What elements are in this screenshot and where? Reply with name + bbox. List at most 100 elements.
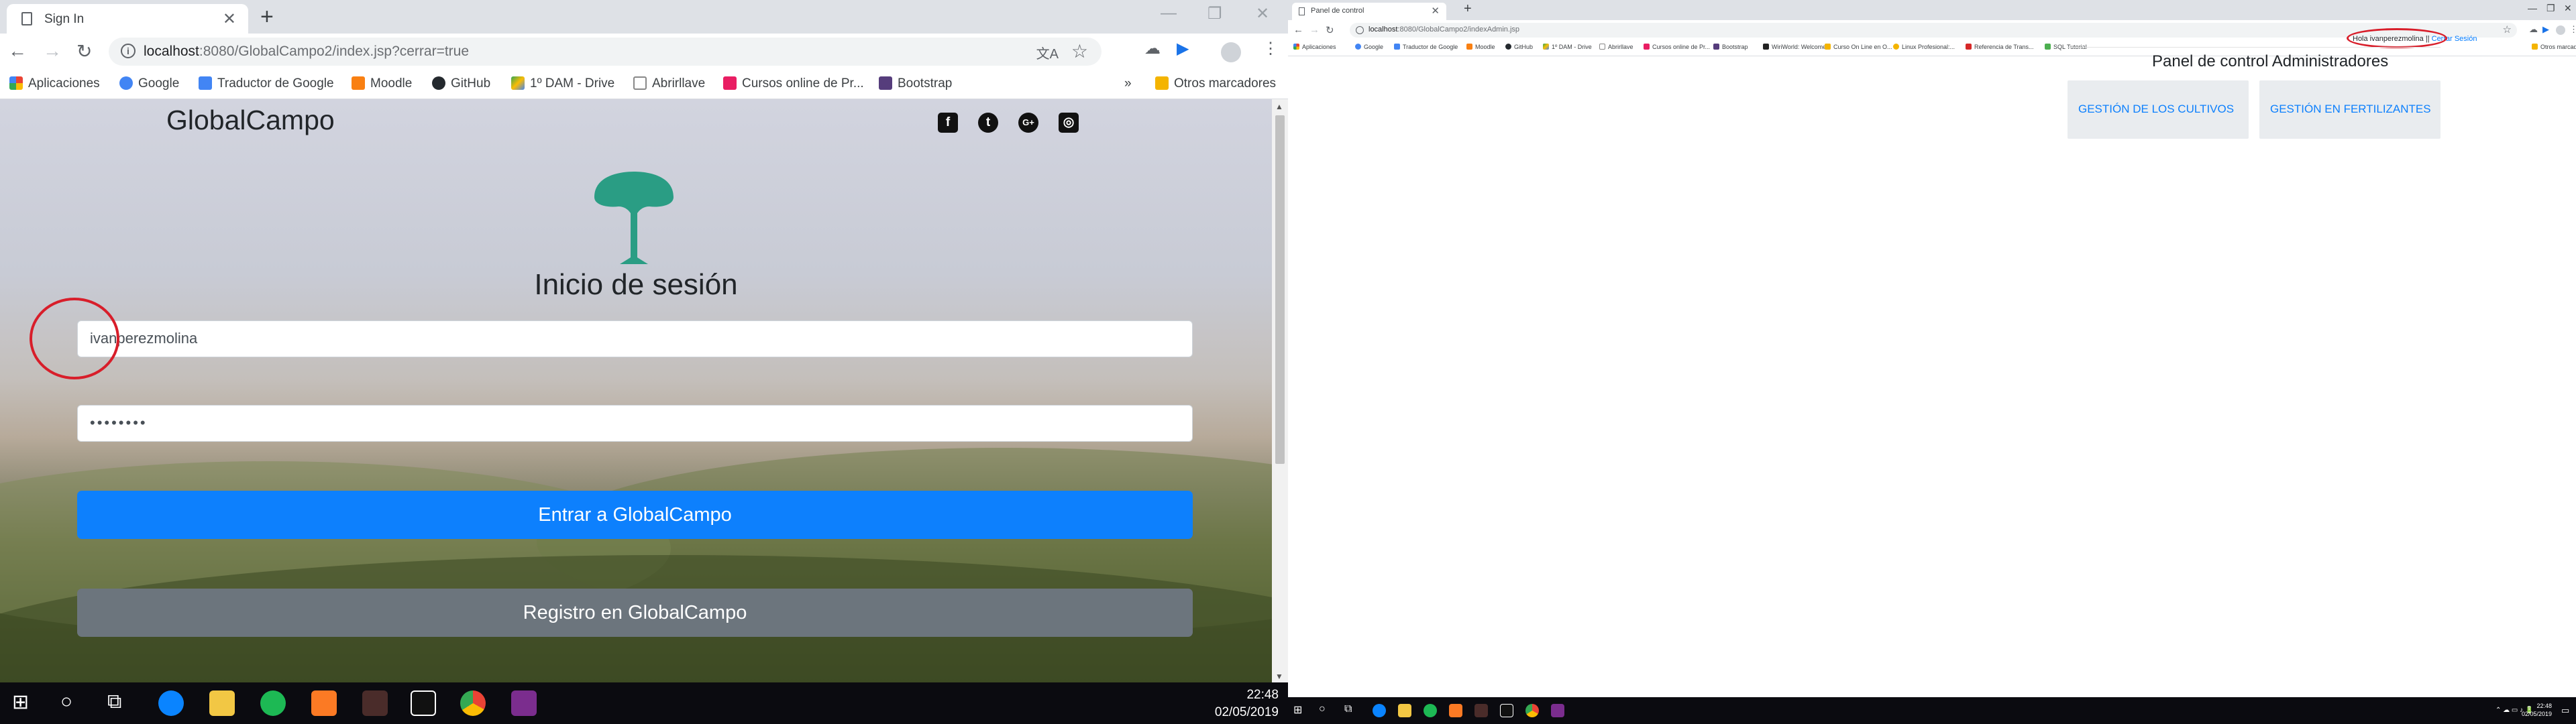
cortana-icon[interactable]: ○ — [1319, 703, 1326, 715]
chrome-icon[interactable] — [460, 690, 486, 716]
xampp-icon[interactable] — [311, 690, 337, 716]
info-icon[interactable] — [1356, 26, 1364, 34]
bookmark-translate[interactable]: Traductor de Google — [199, 76, 334, 91]
username-field[interactable]: ivanperezmolina — [77, 320, 1193, 357]
profile-avatar[interactable] — [1221, 42, 1241, 62]
notifications-icon[interactable]: ▭ — [2561, 705, 2569, 716]
task-view-icon[interactable]: ⧉ — [107, 690, 121, 713]
card-cultivos[interactable]: GESTIÓN DE LOS CULTIVOS — [2068, 80, 2249, 139]
scrollbar[interactable]: ▲ ▼ — [1272, 99, 1288, 682]
bookmark-linux[interactable]: Linux Profesional:... — [1893, 44, 1955, 50]
slack-icon[interactable] — [1551, 704, 1564, 717]
cultivos-link[interactable]: GESTIÓN DE LOS CULTIVOS — [2078, 103, 2234, 116]
translate-icon[interactable]: 文A — [1036, 43, 1059, 62]
address-bar[interactable]: i localhost:8080/GlobalCampo2/index.jsp?… — [109, 38, 1102, 66]
register-button[interactable]: Registro en GlobalCampo — [77, 589, 1193, 637]
extension-icon[interactable]: ▶ — [2542, 24, 2549, 35]
close-tab-icon[interactable]: ✕ — [223, 9, 236, 29]
file-explorer-icon[interactable] — [209, 690, 235, 716]
bookmark-star-icon[interactable]: ☆ — [2503, 23, 2512, 36]
tab-panel-de-control[interactable]: Panel de control ✕ — [1292, 3, 1446, 20]
brand-logo-text[interactable]: GlobalCampo — [166, 105, 335, 136]
task-view-icon[interactable]: ⧉ — [1344, 703, 1352, 715]
back-icon[interactable]: ← — [1293, 24, 1303, 36]
instagram-icon[interactable]: ◎ — [1059, 113, 1079, 133]
game-icon[interactable] — [362, 690, 388, 716]
firefox-icon[interactable] — [1373, 704, 1386, 717]
spotify-icon[interactable] — [1424, 704, 1437, 717]
bookmark-drive[interactable]: 1º DAM - Drive — [1543, 44, 1592, 50]
file-explorer-icon[interactable] — [1398, 704, 1411, 717]
dev-app-icon[interactable] — [1500, 704, 1513, 717]
more-bookmarks-icon[interactable]: » — [1124, 76, 1132, 91]
bookmark-bootstrap[interactable]: Bootstrap — [1713, 44, 1748, 50]
card-fertilizantes[interactable]: GESTIÓN EN FERTILIZANTES — [2259, 80, 2440, 139]
bookmark-translate[interactable]: Traductor de Google — [1394, 44, 1458, 50]
scroll-up-icon[interactable]: ▲ — [1275, 102, 1283, 111]
new-tab-button[interactable]: + — [1464, 1, 1472, 17]
reload-icon[interactable]: ↻ — [76, 40, 92, 62]
login-button[interactable]: Entrar a GlobalCampo — [77, 491, 1193, 539]
bookmark-abrirllave[interactable]: Abrirllave — [1599, 44, 1633, 50]
bookmark-moodle[interactable]: Moodle — [1466, 44, 1495, 50]
windows-start-icon[interactable]: ⊞ — [1293, 703, 1302, 717]
extension-icon[interactable]: ▶ — [1177, 39, 1189, 58]
bookmark-cursos[interactable]: Cursos online de Pr... — [1644, 44, 1710, 50]
bookmark-moodle[interactable]: Moodle — [352, 76, 412, 91]
minimize-icon[interactable]: — — [1161, 4, 1177, 23]
bookmark-apps[interactable]: Aplicaciones — [1293, 44, 1336, 50]
close-tab-icon[interactable]: ✕ — [1431, 5, 1440, 17]
other-bookmarks[interactable]: Otros marcadores — [1155, 76, 1276, 91]
game-icon[interactable] — [1474, 704, 1488, 717]
bookmark-github[interactable]: GitHub — [1505, 44, 1533, 50]
profile-avatar[interactable] — [2556, 25, 2565, 35]
bookmark-referencia[interactable]: Referencia de Trans... — [1966, 44, 2034, 50]
slack-icon[interactable] — [511, 690, 537, 716]
spotify-icon[interactable] — [260, 690, 286, 716]
menu-icon[interactable]: ⋮ — [1263, 39, 1279, 58]
minimize-icon[interactable]: — — [2528, 3, 2537, 13]
reload-icon[interactable]: ↻ — [1326, 24, 1334, 36]
bookmark-cursos[interactable]: Cursos online de Pr... — [723, 76, 864, 91]
dev-app-icon[interactable] — [411, 690, 436, 716]
bookmark-google[interactable]: Google — [119, 76, 179, 91]
new-tab-button[interactable]: + — [260, 4, 274, 30]
clock[interactable]: 22:48 02/05/2019 — [2522, 702, 2552, 718]
other-bookmarks[interactable]: Otros marcadores — [2532, 44, 2576, 50]
bookmark-curso-online[interactable]: Curso On Line en O... — [1825, 44, 1892, 50]
bookmark-drive[interactable]: 1º DAM - Drive — [511, 76, 614, 91]
fertilizantes-link[interactable]: GESTIÓN EN FERTILIZANTES — [2270, 103, 2431, 116]
bookmark-google[interactable]: Google — [1355, 44, 1383, 50]
xampp-icon[interactable] — [1449, 704, 1462, 717]
forward-icon[interactable]: → — [1309, 24, 1320, 36]
bookmark-star-icon[interactable]: ☆ — [1071, 40, 1088, 62]
close-window-icon[interactable]: ✕ — [1256, 4, 1269, 23]
maximize-icon[interactable]: ❐ — [1208, 4, 1222, 23]
bookmark-bootstrap[interactable]: Bootstrap — [879, 76, 952, 91]
bookmark-abrirllave[interactable]: Abrirllave — [633, 76, 705, 91]
twitter-icon[interactable]: t — [978, 113, 998, 133]
facebook-icon[interactable]: f — [938, 113, 958, 133]
clock[interactable]: 22:48 02/05/2019 — [1215, 686, 1279, 721]
extension-cloud-icon[interactable]: ☁ — [1144, 39, 1161, 58]
maximize-icon[interactable]: ❐ — [2546, 3, 2555, 14]
tab-sign-in[interactable]: Sign In ✕ — [7, 4, 248, 34]
google-plus-icon[interactable]: G+ — [1018, 113, 1038, 133]
windows-start-icon[interactable]: ⊞ — [12, 690, 29, 714]
password-field[interactable]: •••••••• — [77, 405, 1193, 442]
firefox-icon[interactable] — [158, 690, 184, 716]
menu-icon[interactable]: ⋮ — [2569, 24, 2576, 35]
extension-cloud-icon[interactable]: ☁ — [2529, 24, 2538, 35]
address-bar[interactable]: localhost:8080/GlobalCampo2/indexAdmin.j… — [1350, 23, 2517, 38]
bookmark-wiriworld[interactable]: WiriWorld: Welcome — [1763, 44, 1826, 50]
scroll-down-icon[interactable]: ▼ — [1275, 672, 1283, 681]
bookmark-github[interactable]: GitHub — [432, 76, 490, 91]
chrome-icon[interactable] — [1525, 704, 1539, 717]
scroll-thumb[interactable] — [1275, 115, 1285, 464]
bookmark-apps[interactable]: Aplicaciones — [9, 76, 100, 91]
cortana-icon[interactable]: ○ — [60, 690, 72, 713]
close-window-icon[interactable]: ✕ — [2564, 3, 2572, 14]
back-icon[interactable]: ← — [8, 40, 27, 62]
info-icon[interactable]: i — [121, 44, 136, 58]
forward-icon[interactable]: → — [43, 40, 62, 62]
